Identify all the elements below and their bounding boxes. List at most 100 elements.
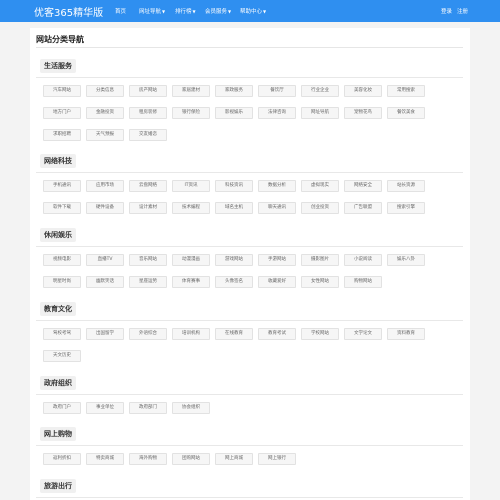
category-heading: 政府组织 [40,376,76,390]
site-tag[interactable]: 团购网站 [172,453,210,465]
site-tag[interactable]: 技术编程 [172,202,210,214]
site-tag[interactable]: 常用搜索 [387,85,425,97]
site-tag[interactable]: 广告联盟 [344,202,382,214]
site-tag[interactable]: 外语综合 [129,328,167,340]
site-tag[interactable]: 行业企业 [301,85,339,97]
site-tag[interactable]: 小说阅读 [344,254,382,266]
site-tag[interactable]: 房产网站 [129,85,167,97]
category-heading: 网络科技 [40,154,76,168]
nav-help-center[interactable]: 帮助中心▼ [240,7,266,15]
site-tag[interactable]: 事业单位 [86,402,124,414]
category-divider [36,394,463,395]
site-tag[interactable]: 汽车网站 [43,85,81,97]
site-tag[interactable]: 摄影图片 [301,254,339,266]
category-heading: 网上购物 [40,427,76,441]
caret-down-icon: ▼ [192,9,196,14]
site-tag[interactable]: 学校网站 [301,328,339,340]
site-tag[interactable]: 家居建材 [172,85,210,97]
site-tag[interactable]: 文学论文 [344,328,382,340]
site-tag[interactable]: 搜索引擎 [387,202,425,214]
site-tag[interactable]: IT资讯 [172,180,210,192]
site-tag[interactable]: 餐饮厅 [258,85,296,97]
site-tag[interactable]: 银行保险 [172,107,210,119]
site-tag[interactable]: 应用市场 [86,180,124,192]
category-divider [36,77,463,78]
site-tag[interactable]: 资料教育 [387,328,425,340]
site-tag[interactable]: 协会组织 [172,402,210,414]
site-tag[interactable]: 在线教育 [215,328,253,340]
site-tag[interactable]: 网上银行 [258,453,296,465]
title-divider [36,47,463,48]
site-tag[interactable]: 教育考试 [258,328,296,340]
site-tag[interactable]: 家政服务 [215,85,253,97]
site-tag[interactable]: 法律咨询 [258,107,296,119]
site-tag[interactable]: 幽默笑话 [86,276,124,288]
site-tag[interactable]: 网址导航 [301,107,339,119]
site-tag[interactable]: 海外购物 [129,453,167,465]
site-tag[interactable]: 宠物花鸟 [344,107,382,119]
site-tag[interactable]: 餐饮美食 [387,107,425,119]
site-tag[interactable]: 手机通讯 [43,180,81,192]
site-tag[interactable]: 设计素材 [129,202,167,214]
site-tag[interactable]: 域名主机 [215,202,253,214]
site-tag[interactable]: 数据分析 [258,180,296,192]
nav-rankings[interactable]: 排行榜▼ [175,7,196,15]
category-divider [36,497,463,498]
site-tag[interactable]: 天文历史 [43,350,81,362]
nav-site-directory[interactable]: 网址导航▼ [139,7,165,15]
site-tag[interactable]: 网络安全 [344,180,382,192]
site-tag[interactable]: 直播TV [86,254,124,266]
site-tag[interactable]: 女性网站 [301,276,339,288]
site-tag[interactable]: 收藏爱好 [258,276,296,288]
nav-member-services[interactable]: 会员服务▼ [205,7,231,15]
site-tag[interactable]: 美容化妆 [344,85,382,97]
site-tag[interactable]: 硬件设备 [86,202,124,214]
site-tag[interactable]: 站长资源 [387,180,425,192]
site-tag[interactable]: 求职招聘 [43,129,81,141]
register-link[interactable]: 注册 [457,9,468,15]
site-tag[interactable]: 明星时尚 [43,276,81,288]
site-tag[interactable]: 政府部门 [129,402,167,414]
login-link[interactable]: 登录 [441,9,452,15]
site-tag[interactable]: 金融投资 [86,107,124,119]
site-tag[interactable]: 聊天通讯 [258,202,296,214]
site-tag[interactable]: 天气预报 [86,129,124,141]
site-tag[interactable]: 特卖商城 [86,453,124,465]
caret-down-icon: ▼ [228,9,232,14]
site-tag[interactable]: 返利折扣 [43,453,81,465]
site-tag[interactable]: 网上商城 [215,453,253,465]
caret-down-icon: ▼ [263,9,267,14]
site-tag[interactable]: 动漫漫画 [172,254,210,266]
site-tag[interactable]: 影视娱乐 [215,107,253,119]
site-tag[interactable]: 手游网站 [258,254,296,266]
site-tag[interactable]: 视频电影 [43,254,81,266]
site-tag[interactable]: 体育赛事 [172,276,210,288]
site-tag[interactable]: 头像签名 [215,276,253,288]
site-tag[interactable]: 交友婚恋 [129,129,167,141]
site-tag[interactable]: 云盘网络 [129,180,167,192]
site-tag[interactable]: 驾校考驾 [43,328,81,340]
top-navbar: 优客365精华版 首页 网址导航▼ 排行榜▼ 会员服务▼ 帮助中心▼ 登录 注册 [0,0,500,22]
site-tag[interactable]: 政府门户 [43,402,81,414]
site-tag[interactable]: 创业投资 [301,202,339,214]
site-tag[interactable]: 购物网站 [344,276,382,288]
site-tag[interactable]: 软件下载 [43,202,81,214]
site-logo[interactable]: 优客365精华版 [34,4,103,19]
site-tag[interactable]: 游戏网站 [215,254,253,266]
site-tag[interactable]: 虚拟现实 [301,180,339,192]
site-tag[interactable]: 分类信息 [86,85,124,97]
nav-label: 会员服务 [205,9,228,15]
user-links: 登录 注册 [441,7,468,15]
site-tag[interactable]: 星座运势 [129,276,167,288]
category-heading: 生活服务 [40,59,76,73]
site-tag[interactable]: 科技资讯 [215,180,253,192]
site-tag[interactable]: 租房装修 [129,107,167,119]
nav-label: 帮助中心 [240,9,263,15]
site-tag[interactable]: 娱乐八卦 [387,254,425,266]
site-tag[interactable]: 培训机构 [172,328,210,340]
site-tag[interactable]: 音乐网站 [129,254,167,266]
site-tag[interactable]: 地方门户 [43,107,81,119]
site-tag[interactable]: 出国留学 [86,328,124,340]
nav-home[interactable]: 首页 [115,7,126,15]
caret-down-icon: ▼ [162,9,166,14]
